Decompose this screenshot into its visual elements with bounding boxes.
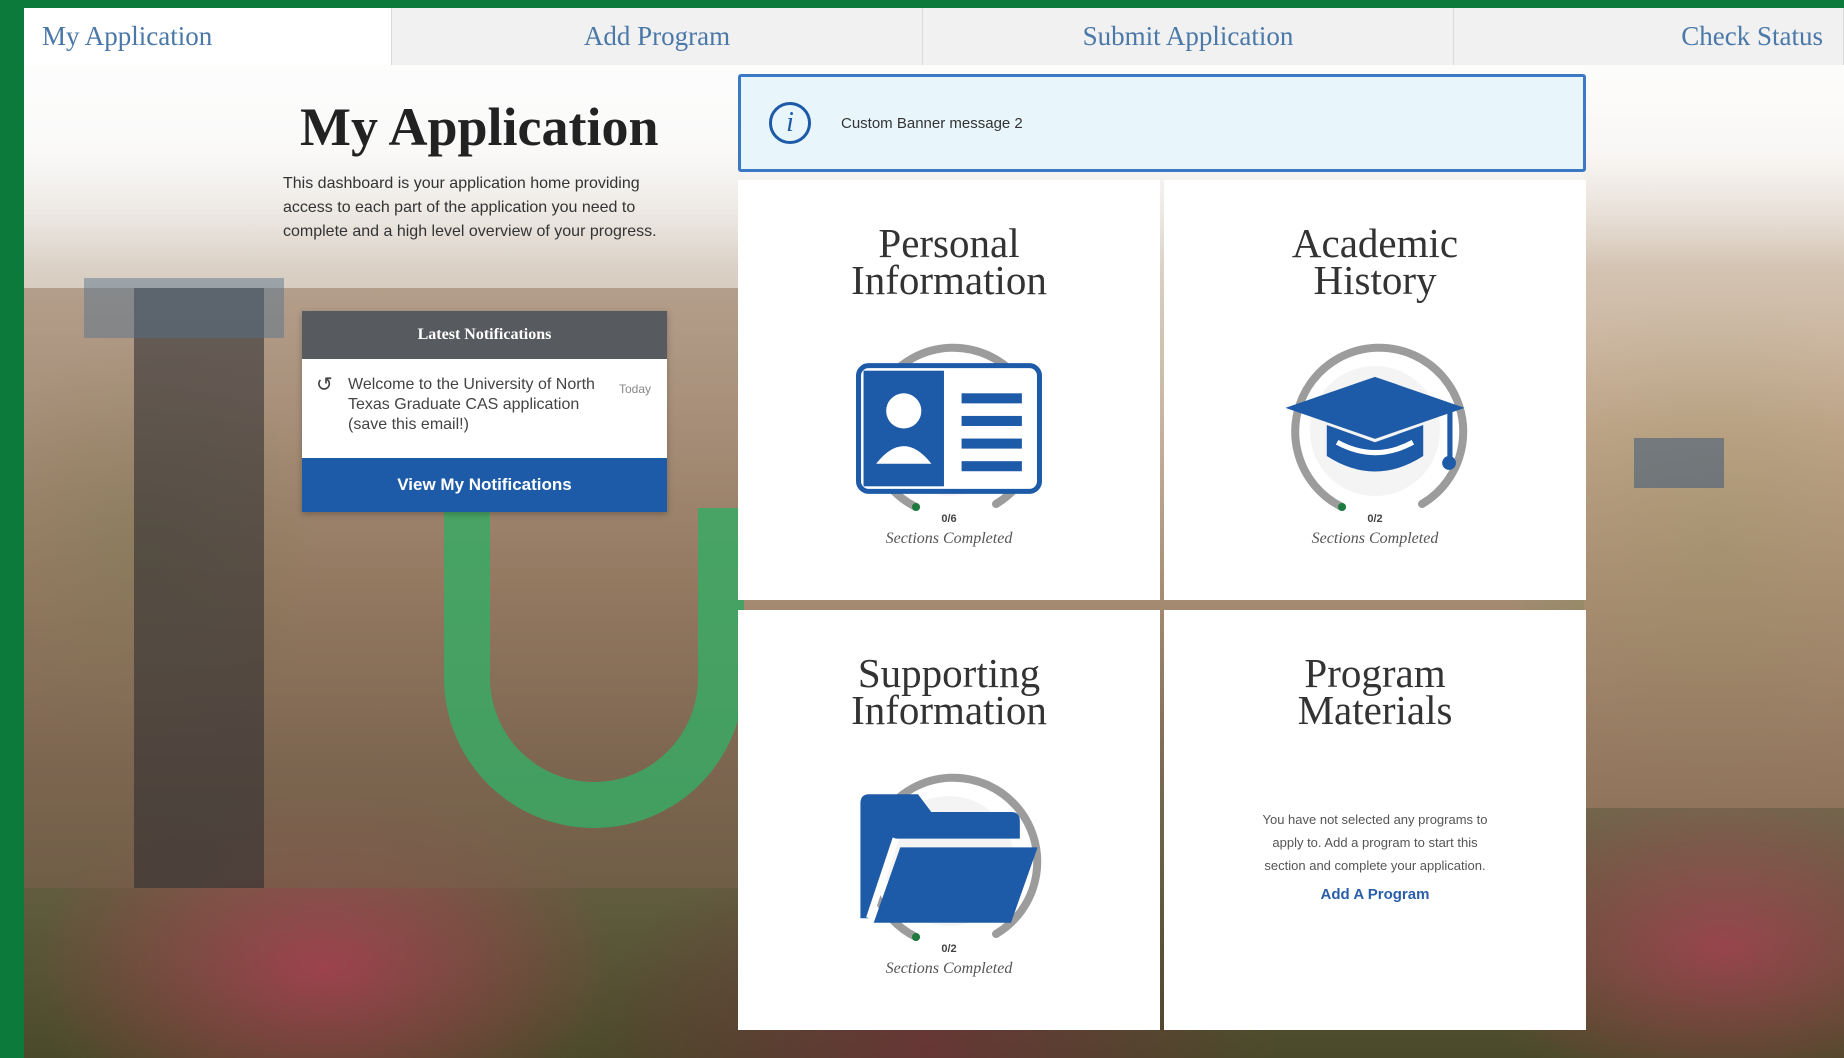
banner-message: Custom Banner message 2 [841,114,1023,132]
card-supporting-information[interactable]: Supporting Information 0/2 Sections Comp… [738,610,1160,1030]
sections-label: Sections Completed [885,960,1013,977]
add-a-program-link[interactable]: Add A Program [1164,886,1586,903]
card-title: Academic History [1291,220,1459,303]
id-card-icon [856,336,1042,527]
u-sculpture [444,508,744,828]
background-window [1634,438,1724,488]
sections-count: 0/2 [941,943,957,955]
tab-submit-application[interactable]: Submit Application [923,8,1454,65]
page-title: My Application [300,97,659,157]
tab-my-application[interactable]: My Application [24,8,392,65]
info-icon: i [769,102,811,144]
tab-add-program[interactable]: Add Program [392,8,923,65]
folder-icon [856,766,1042,957]
notification-date: Today [618,382,651,396]
card-academic-history[interactable]: Academic History 0/2 Sections Completed [1164,180,1586,600]
sections-count: 0/2 [1367,513,1383,525]
card-program-materials[interactable]: Program Materials You have not selected … [1164,610,1586,1030]
view-notifications-button[interactable]: View My Notifications [302,458,667,512]
card-title: Program Materials [1297,650,1453,733]
sections-count: 0/6 [941,513,957,525]
sections-label: Sections Completed [1311,530,1439,547]
card-title: Supporting Information [851,650,1047,733]
program-materials-message: You have not selected any programs to ap… [1262,812,1488,873]
tab-check-status[interactable]: Check Status [1454,8,1844,65]
notification-item[interactable]: ↺ Welcome to the University of North Tex… [302,359,667,458]
card-personal-information[interactable]: Personal Information 0/6 Sections Comple… [738,180,1160,600]
notification-text: Welcome to the University of North Texas… [348,376,595,433]
dashboard-cards: Personal Information 0/6 Sections Comple… [738,180,1586,1030]
graduation-cap-icon [1282,336,1468,527]
card-title: Personal Information [851,220,1047,303]
info-banner: i Custom Banner message 2 [738,74,1586,172]
notifications-card: Latest Notifications ↺ Welcome to the Un… [302,311,667,512]
top-nav: My Application Add Program Submit Applic… [24,8,1844,65]
notification-icon: ↺ [316,374,333,396]
background-window [84,278,284,338]
progress-ring [856,768,1042,954]
progress-ring [856,338,1042,524]
progress-ring [1282,338,1468,524]
notifications-header: Latest Notifications [302,311,667,359]
sections-label: Sections Completed [885,530,1013,547]
page-description: This dashboard is your application home … [283,175,657,240]
